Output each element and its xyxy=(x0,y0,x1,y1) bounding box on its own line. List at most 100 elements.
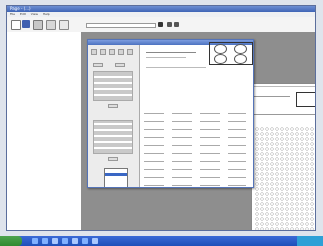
menu-view[interactable]: View xyxy=(31,12,38,16)
option-grid-bottom[interactable] xyxy=(93,120,133,154)
option-button[interactable] xyxy=(93,63,103,67)
shape-frame xyxy=(296,92,315,107)
font-listbox[interactable] xyxy=(104,168,128,187)
answer-blank xyxy=(200,137,220,138)
option-button[interactable] xyxy=(115,63,125,67)
taskbar-app-icon[interactable] xyxy=(32,238,38,244)
oval-shape xyxy=(214,54,227,64)
answer-blank xyxy=(144,185,164,186)
answer-blank xyxy=(144,137,164,138)
answer-blank xyxy=(228,121,246,122)
bubble-grid xyxy=(255,127,315,230)
oval-shape xyxy=(234,44,247,54)
answer-blank xyxy=(144,169,164,170)
worksheet-row xyxy=(144,136,248,139)
menu-edit[interactable]: Edit xyxy=(20,12,26,16)
answer-blank xyxy=(228,153,246,154)
answer-blank xyxy=(200,161,220,162)
worksheet-rows xyxy=(144,112,248,187)
picture-frame xyxy=(209,42,253,65)
sidebar-item[interactable] xyxy=(7,44,81,46)
worksheet-dialog xyxy=(87,39,254,188)
nav-back-icon[interactable] xyxy=(167,22,172,27)
answer-blank xyxy=(228,177,246,178)
start-button[interactable] xyxy=(0,236,22,246)
answer-blank xyxy=(144,153,164,154)
menu-file[interactable]: File xyxy=(10,12,15,16)
oval-shape xyxy=(214,44,227,54)
answer-blank xyxy=(144,129,164,130)
answer-blank xyxy=(172,145,192,146)
answer-blank xyxy=(200,129,220,130)
header-rule xyxy=(146,67,206,68)
worksheet-row xyxy=(144,176,248,179)
pencil-icon[interactable] xyxy=(59,20,69,30)
new-icon[interactable] xyxy=(11,20,21,30)
answer-blank xyxy=(228,137,246,138)
header-rule xyxy=(146,57,186,58)
sidebar-tree xyxy=(7,32,82,230)
divider xyxy=(254,86,315,87)
answer-blank xyxy=(200,145,220,146)
worksheet-row xyxy=(144,128,248,131)
answer-blank xyxy=(228,161,246,162)
worksheet-row xyxy=(144,112,248,115)
worksheet-row xyxy=(144,144,248,147)
menu-help[interactable]: Help xyxy=(43,12,50,16)
taskbar-app-icon[interactable] xyxy=(92,238,98,244)
taskbar-app-icon[interactable] xyxy=(72,238,78,244)
taskbar-app-icon[interactable] xyxy=(42,238,48,244)
system-tray xyxy=(297,236,323,246)
tool-icon[interactable] xyxy=(127,49,133,55)
worksheet-row xyxy=(144,184,248,187)
answer-blank xyxy=(172,129,192,130)
option-grid-top[interactable] xyxy=(93,71,133,101)
toolbar-combo[interactable] xyxy=(86,23,156,28)
zoom-in-icon[interactable] xyxy=(158,22,163,27)
apply-button[interactable] xyxy=(108,157,118,161)
tool-icon[interactable] xyxy=(109,49,115,55)
save-icon[interactable] xyxy=(22,20,30,28)
answer-blank xyxy=(172,169,192,170)
taskbar-app-icon[interactable] xyxy=(52,238,58,244)
answer-blank xyxy=(144,113,164,114)
tool-icon[interactable] xyxy=(118,49,124,55)
answer-blank xyxy=(228,185,246,186)
answer-blank xyxy=(200,177,220,178)
app-window: Page - (...) File Edit View Help xyxy=(6,5,316,231)
answer-blank xyxy=(172,177,192,178)
worksheet-row xyxy=(144,120,248,123)
apply-button[interactable] xyxy=(108,104,118,108)
answer-blank xyxy=(200,153,220,154)
answer-blank xyxy=(144,121,164,122)
answer-blank xyxy=(228,145,246,146)
options-panel xyxy=(88,45,140,187)
answer-blank xyxy=(144,161,164,162)
answer-blank xyxy=(172,185,192,186)
taskbar-app-icon[interactable] xyxy=(82,238,88,244)
header-rule xyxy=(146,52,196,53)
answer-blank xyxy=(200,169,220,170)
background-document-page xyxy=(251,83,315,230)
answer-blank xyxy=(172,137,192,138)
taskbar xyxy=(0,236,323,246)
tool-icon[interactable] xyxy=(100,49,106,55)
taskbar-app-icon[interactable] xyxy=(62,238,68,244)
answer-blank xyxy=(144,177,164,178)
answer-blank xyxy=(144,145,164,146)
answer-blank xyxy=(200,185,220,186)
divider xyxy=(254,114,315,115)
answer-blank xyxy=(228,169,246,170)
worksheet-row xyxy=(144,152,248,155)
answer-blank xyxy=(200,121,220,122)
divider xyxy=(254,96,290,97)
toolbar xyxy=(7,17,315,33)
nav-forward-icon[interactable] xyxy=(174,22,179,27)
worksheet-row xyxy=(144,168,248,171)
tool-icon[interactable] xyxy=(91,49,97,55)
listbox-selected-item[interactable] xyxy=(105,173,127,176)
answer-blank xyxy=(200,113,220,114)
print-icon[interactable] xyxy=(33,20,43,30)
answer-blank xyxy=(172,121,192,122)
edit-icon[interactable] xyxy=(46,20,56,30)
